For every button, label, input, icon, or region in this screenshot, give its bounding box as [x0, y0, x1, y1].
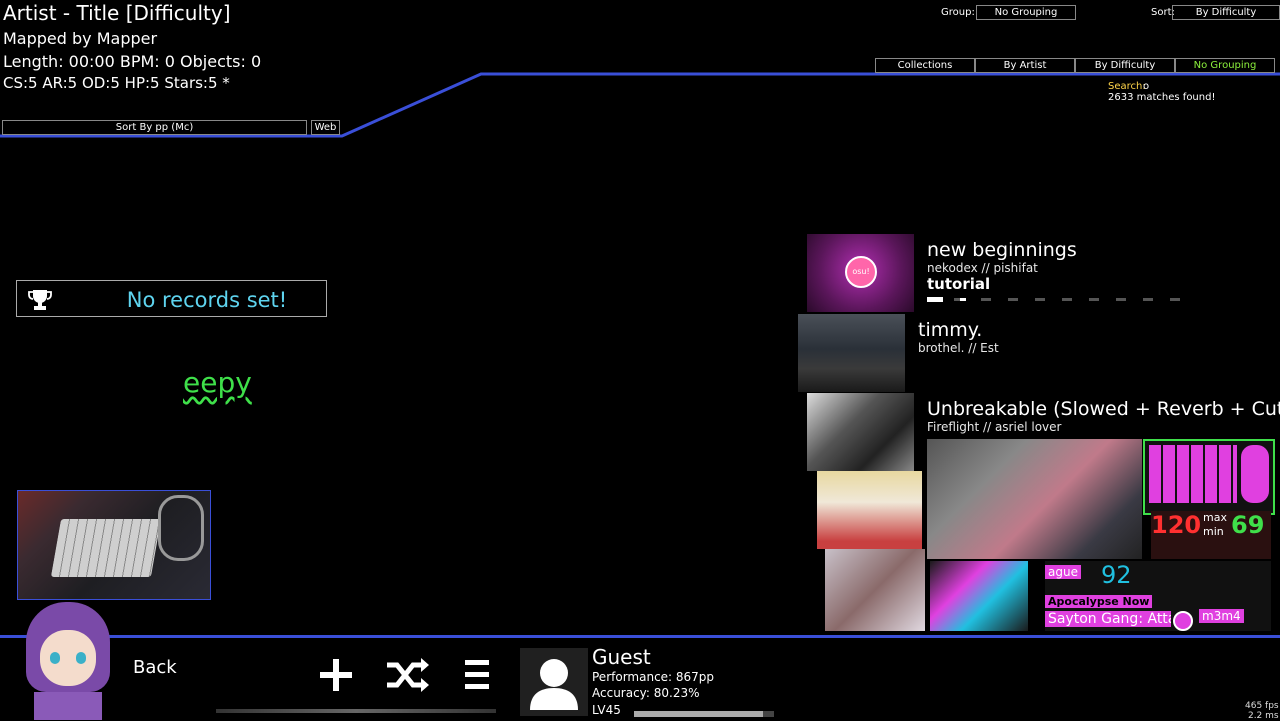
- overlay-left-text: ague: [1045, 565, 1081, 579]
- song-title: new beginnings: [927, 239, 1077, 261]
- song-difficulty: tutorial: [927, 275, 991, 293]
- cover-art: [930, 561, 1028, 631]
- now-playing-title: Apocalypse Now: [1045, 595, 1153, 608]
- song-title: Unbreakable (Slowed + Reverb + Cut Ve: [927, 398, 1280, 420]
- no-records-text: No records set!: [126, 288, 288, 312]
- disc-icon: [1173, 611, 1193, 631]
- tab-by-difficulty[interactable]: By Difficulty: [1075, 58, 1175, 73]
- anime-art-1: [817, 471, 922, 549]
- anime-art-2: [825, 549, 925, 631]
- level-progress-fill: [634, 711, 763, 717]
- song-card-timmy[interactable]: timmy. brothel. // Est: [798, 314, 1280, 392]
- bottom-bar-line: [0, 635, 1280, 638]
- webcam-feed: [17, 490, 211, 600]
- song-title: timmy.: [918, 319, 983, 341]
- tab-by-artist[interactable]: By Artist: [975, 58, 1075, 73]
- eepy-overlay-text: eepy: [183, 366, 252, 399]
- tab-collections[interactable]: Collections: [875, 58, 975, 73]
- song-card-new-beginnings[interactable]: osu! new beginnings nekodex // pishifat …: [807, 234, 1280, 312]
- song-thumbnail: osu!: [807, 234, 914, 312]
- min-value: 69: [1231, 511, 1265, 539]
- difficulty-stars: [927, 297, 1192, 302]
- now-playing-subtitle: Sayton Gang: Atta: [1045, 611, 1171, 627]
- song-artist: Fireflight // asriel lover: [927, 420, 1062, 434]
- mascot-avatar: [20, 602, 116, 720]
- user-silhouette-icon: [530, 659, 578, 710]
- group-dropdown[interactable]: No Grouping: [976, 5, 1076, 20]
- user-avatar[interactable]: [520, 648, 588, 716]
- sort-dropdown[interactable]: By Difficulty: [1172, 5, 1280, 20]
- user-name: Guest: [592, 645, 651, 669]
- search-input[interactable]: o: [1143, 81, 1149, 92]
- fps-counter: 465 fps 2.2 ms: [1245, 701, 1279, 721]
- song-artist: brothel. // Est: [918, 341, 999, 355]
- max-value: 120: [1151, 511, 1202, 539]
- options-menu-icon[interactable]: [458, 656, 496, 701]
- keyboard-overlay: [1143, 439, 1275, 515]
- max-label: max: [1203, 511, 1227, 524]
- stream-overlay: 120 max min 69 ague 92 Apocalypse Now Sa…: [815, 437, 1280, 635]
- fps-value: 465 fps: [1245, 701, 1279, 711]
- osu-logo-text: osu!: [852, 267, 870, 276]
- mods-plus-icon[interactable]: [315, 656, 357, 701]
- overlay-corner-text: m3m4: [1199, 609, 1244, 623]
- keyboard-image: [50, 519, 162, 577]
- song-card-unbreakable[interactable]: Unbreakable (Slowed + Reverb + Cut Ve Fi…: [807, 393, 1280, 471]
- tab-no-grouping[interactable]: No Grouping: [1175, 58, 1275, 73]
- overlay-number: 92: [1101, 561, 1132, 589]
- streamer-camera: [927, 439, 1142, 559]
- song-artist: nekodex // pishifat: [927, 261, 1038, 275]
- trophy-icon: [28, 290, 52, 310]
- web-button[interactable]: Web: [311, 120, 340, 135]
- stats-overlay: 120 max min 69: [1151, 511, 1271, 559]
- user-level: LV45: [592, 703, 621, 717]
- level-progress-bar: [634, 711, 774, 717]
- user-accuracy: Accuracy: 80.23%: [592, 686, 700, 700]
- song-thumbnail: [798, 314, 905, 392]
- records-panel: No records set!: [16, 280, 327, 317]
- match-count: 2633 matches found!: [1108, 92, 1216, 103]
- min-label: min: [1203, 525, 1224, 538]
- now-playing-box: ague 92 Apocalypse Now Sayton Gang: Atta…: [1045, 561, 1271, 631]
- user-performance: Performance: 867pp: [592, 670, 715, 684]
- sort-by-pp-button[interactable]: Sort By pp (Mc): [2, 120, 307, 135]
- search-label: Search:: [1108, 81, 1146, 92]
- mods-button-bg: [216, 709, 496, 713]
- osu-logo-icon: osu!: [845, 256, 877, 288]
- group-label: Group:: [941, 7, 975, 18]
- random-shuffle-icon[interactable]: [384, 656, 430, 701]
- back-button[interactable]: Back: [133, 657, 177, 678]
- desk-lamp-image: [158, 495, 204, 561]
